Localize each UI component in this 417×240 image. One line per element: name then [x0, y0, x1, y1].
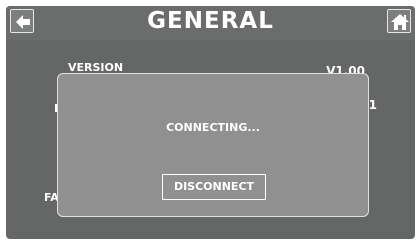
header-bar: GENERAL — [6, 6, 415, 40]
connecting-dialog: CONNECTING... DISCONNECT — [57, 73, 369, 217]
home-icon — [391, 14, 409, 30]
page-title: GENERAL — [147, 8, 274, 34]
dialog-message: CONNECTING... — [166, 121, 260, 134]
general-settings-panel: GENERAL VERSION V1.00 I 1 FA CONNECTING.… — [6, 6, 415, 239]
home-button[interactable] — [387, 9, 411, 33]
partial-setting-value: 1 — [368, 98, 377, 112]
disconnect-button[interactable]: DISCONNECT — [162, 174, 266, 200]
screen: GENERAL VERSION V1.00 I 1 FA CONNECTING.… — [0, 0, 417, 240]
